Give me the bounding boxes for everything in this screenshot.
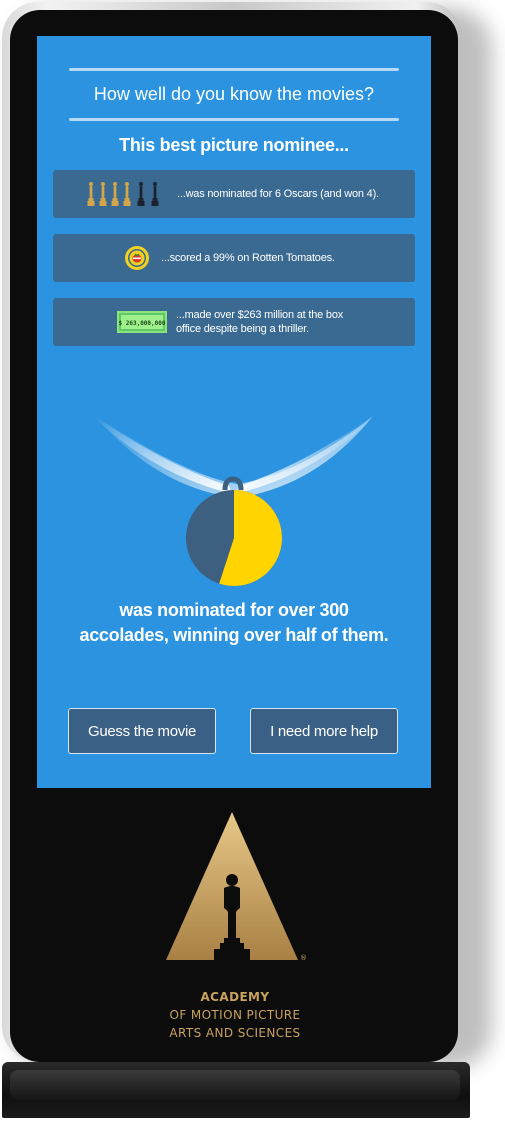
medal-graphic [95,416,373,587]
clue-summary: was nominated for over 300 accolades, wi… [37,598,431,648]
clue-summary-line2: accolades, winning over half of them. [79,625,389,645]
academy-name-line3: ARTS AND SCIENCES [169,1026,301,1040]
academy-name-line2: OF MOTION PICTURE [169,1008,301,1022]
clue-summary-line1: was nominated for over 300 [119,600,349,620]
kiosk-base-lip [10,1070,460,1100]
ribbon [95,416,373,498]
more-help-button[interactable]: I need more help [250,708,398,754]
kiosk: How well do you know the movies? This be… [0,0,505,1121]
academy-name-line1: ACADEMY [200,990,270,1004]
kiosk-screen: How well do you know the movies? This be… [37,36,431,788]
guess-movie-button[interactable]: Guess the movie [68,708,216,754]
medal-pie-icon [186,490,283,587]
registered-mark: ® [300,954,307,962]
academy-logo-icon: ® [166,812,307,962]
ribbon-right [235,416,373,494]
